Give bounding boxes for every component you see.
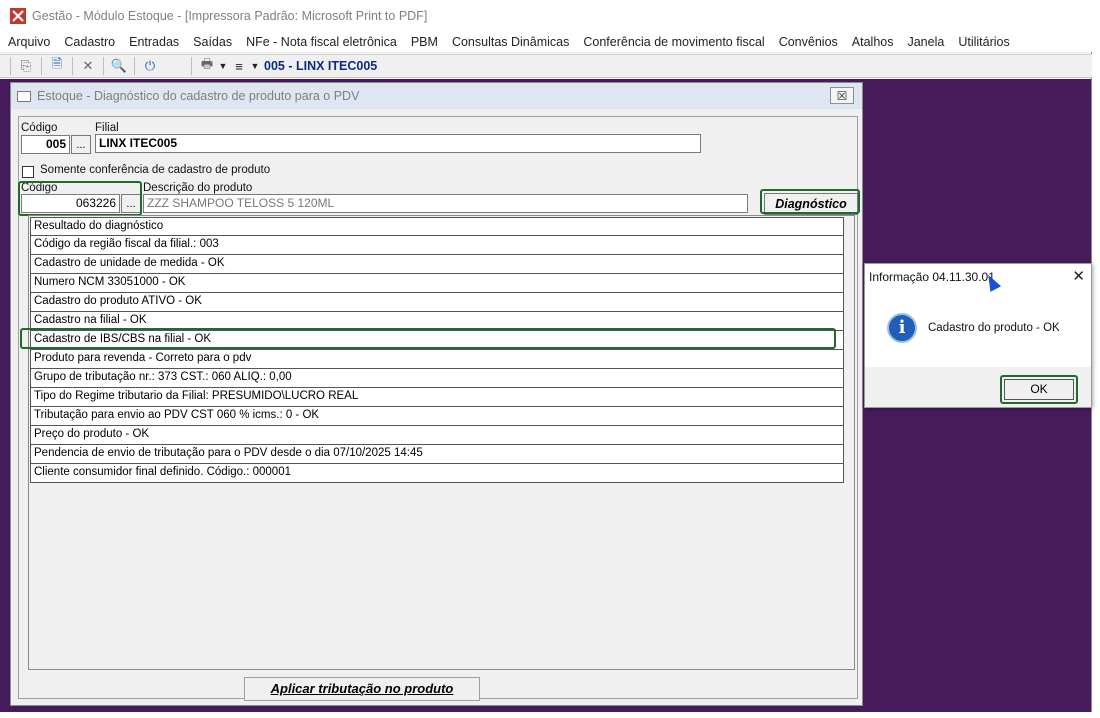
filial-label: Filial	[95, 122, 119, 134]
window-icon	[17, 90, 31, 102]
menu-cadastro[interactable]: Cadastro	[64, 35, 115, 49]
title-bar: Gestão - Módulo Estoque - [Impressora Pa…	[0, 0, 1092, 32]
list-item: Tipo do Regime tributario da Filial: PRE…	[30, 388, 844, 407]
close-icon[interactable]: ✕	[1072, 267, 1085, 285]
list-item: Cadastro de unidade de medida - OK	[30, 255, 844, 274]
chevron-down-icon[interactable]: ▼	[218, 56, 228, 76]
aplicar-tributacao-label: Aplicar tributação no produto	[270, 681, 454, 696]
menu-arquivo[interactable]: Arquivo	[8, 35, 50, 49]
form-panel: Código 005 ... Filial LINX ITEC005 Somen…	[18, 116, 860, 701]
copy-icon[interactable]: ⎘	[15, 56, 37, 76]
close-button[interactable]: ☒	[830, 87, 854, 104]
somente-checkbox[interactable]	[22, 166, 34, 178]
toolbar-separator	[103, 57, 104, 75]
results-header: Resultado do diagnóstico	[30, 217, 844, 236]
menu-pbm[interactable]: PBM	[411, 35, 438, 49]
menu-atalhos[interactable]: Atalhos	[852, 35, 894, 49]
toolbar: ⎘ 🗎 ✕ 🔍 ⏻ 🖶 ▼ ≡ ▼ 005 - LINX ITEC005	[0, 54, 1092, 78]
codigo-label: Código	[21, 122, 58, 134]
info-dialog-title: Informação 04.11.30.01	[869, 269, 995, 284]
somente-label: Somente conferência de cadastro de produ…	[40, 164, 271, 176]
window-title: Gestão - Módulo Estoque - [Impressora Pa…	[32, 9, 428, 23]
menu-entradas[interactable]: Entradas	[129, 35, 179, 49]
highlight-produto-codigo	[18, 181, 142, 216]
list-item: Produto para revenda - Correto para o pd…	[30, 350, 844, 369]
info-dialog: Informação 04.11.30.01 ✕ i Cadastro do p…	[864, 263, 1092, 408]
list-item: Cadastro do produto ATIVO - OK	[30, 293, 844, 312]
highlight-ibs-cbs-row	[20, 328, 836, 349]
list-item: Pendencia de envio de tributação para o …	[30, 445, 844, 464]
list-item: Tributação para envio ao PDV CST 060 % i…	[30, 407, 844, 426]
results-list: Resultado do diagnóstico Código da regiã…	[30, 217, 844, 483]
list-item: Código da região fiscal da filial.: 003	[30, 236, 844, 255]
descricao-field[interactable]: ZZZ SHAMPOO TELOSS 5 120ML	[143, 194, 748, 213]
codigo-field[interactable]: 005	[21, 135, 70, 154]
info-icon: i	[887, 313, 917, 343]
diagnostic-window: Estoque - Diagnóstico do cadastro de pro…	[10, 82, 863, 706]
menu-convenios[interactable]: Convênios	[779, 35, 838, 49]
list-item: Cliente consumidor final definido. Códig…	[30, 464, 844, 483]
menu-utilitarios[interactable]: Utilitários	[958, 35, 1009, 49]
app-logo-icon	[10, 8, 26, 24]
highlight-diagnostico	[760, 189, 860, 214]
delete-icon[interactable]: ✕	[77, 56, 99, 76]
toolbar-separator	[134, 57, 135, 75]
diagnostic-window-title: Estoque - Diagnóstico do cadastro de pro…	[37, 89, 360, 103]
menu-conferencia[interactable]: Conferência de movimento fiscal	[583, 35, 764, 49]
menu-saidas[interactable]: Saídas	[193, 35, 232, 49]
list-item: Grupo de tributação nr.: 373 CST.: 060 A…	[30, 369, 844, 388]
list-item: Numero NCM 33051000 - OK	[30, 274, 844, 293]
descricao-label: Descrição do produto	[143, 182, 253, 194]
menu-bar: Arquivo Cadastro Entradas Saídas NFe - N…	[0, 32, 1092, 52]
power-icon[interactable]: ⏻	[139, 56, 161, 76]
chevron-down-icon[interactable]: ▼	[250, 56, 260, 76]
info-dialog-footer: OK	[865, 367, 1091, 407]
highlight-ok	[1000, 375, 1078, 404]
filial-field[interactable]: LINX ITEC005	[95, 134, 701, 153]
export-icon[interactable]: ≡	[228, 56, 250, 76]
toolbar-separator	[10, 57, 11, 75]
info-dialog-message: Cadastro do produto - OK	[928, 322, 1060, 334]
close-icon: ☒	[836, 88, 848, 103]
menu-consultas[interactable]: Consultas Dinâmicas	[452, 35, 569, 49]
aplicar-tributacao-button[interactable]: Aplicar tributação no produto	[244, 677, 480, 701]
menu-janela[interactable]: Janela	[907, 35, 944, 49]
menu-nfe[interactable]: NFe - Nota fiscal eletrônica	[246, 35, 397, 49]
diagnostic-window-titlebar: Estoque - Diagnóstico do cadastro de pro…	[11, 83, 862, 109]
info-dialog-body: i Cadastro do produto - OK	[865, 289, 1091, 367]
toolbar-separator	[72, 57, 73, 75]
store-label: 005 - LINX ITEC005	[264, 59, 378, 73]
list-item: Preço do produto - OK	[30, 426, 844, 445]
toolbar-separator	[41, 57, 42, 75]
toolbar-separator	[191, 57, 192, 75]
codigo-lookup-button[interactable]: ...	[71, 135, 91, 154]
search-icon[interactable]: 🔍	[108, 56, 130, 76]
new-document-icon[interactable]: 🗎	[46, 56, 68, 76]
printer-icon[interactable]: 🖶	[196, 56, 218, 76]
